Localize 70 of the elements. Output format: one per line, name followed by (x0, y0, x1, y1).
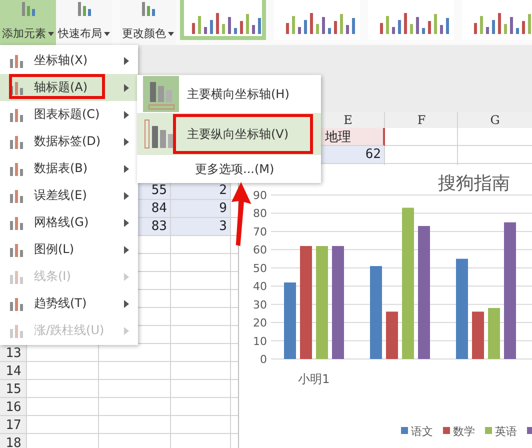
menu-item[interactable]: 图例(L) (0, 236, 138, 263)
row-number: 17 (4, 416, 22, 434)
menu-item[interactable]: 数据标签(D) (0, 128, 138, 155)
axis-tick-label: 70 (253, 225, 267, 238)
submenu-arrow-icon (124, 164, 129, 172)
chart-icon (8, 268, 26, 284)
submenu-arrow-icon (124, 246, 129, 254)
submenu-arrow-icon (124, 138, 129, 146)
chart-icon (8, 296, 26, 312)
legend-swatch (401, 427, 408, 434)
menu-item[interactable]: 主要横向坐标轴(H) (137, 75, 321, 113)
table-cell: 3 (171, 218, 231, 236)
table-cell: 9 (171, 200, 231, 218)
menu-item[interactable]: 图表标题(C) (0, 101, 138, 128)
axis-title-icon (143, 76, 179, 112)
row-number: 16 (4, 398, 22, 416)
menu-item[interactable]: 坐标轴(X) (0, 47, 138, 74)
legend-swatch (485, 427, 492, 434)
column-header: F (416, 112, 427, 128)
chart-icon (8, 134, 26, 150)
row-number: 15 (4, 380, 22, 398)
submenu-arrow-icon (124, 326, 129, 334)
chart-title: 搜狗指南 (438, 173, 510, 194)
axis-tick-label: 40 (253, 280, 267, 294)
submenu-arrow-icon (124, 300, 129, 308)
chart-icon (8, 322, 26, 338)
chart-icon (8, 52, 26, 68)
legend-label: 英语 (495, 425, 517, 438)
chart-icon (8, 160, 26, 176)
chart-icon (8, 106, 26, 122)
caret-icon (48, 32, 54, 36)
row-number: 14 (4, 362, 22, 380)
caret-icon (104, 32, 110, 36)
menu-item[interactable]: 趋势线(T) (0, 290, 138, 317)
submenu-arrow-icon (124, 218, 129, 226)
axis-tick-label: 80 (253, 207, 267, 220)
column-header: E (342, 112, 354, 128)
chart-icon (8, 188, 26, 204)
axis-tick-label: 90 (253, 189, 267, 202)
column-header: G (489, 112, 501, 128)
submenu-arrow-icon (124, 192, 129, 200)
axis-tick-label: 30 (253, 298, 267, 312)
chart-style-thumbnail[interactable] (180, 0, 266, 40)
chart-icon (8, 242, 26, 258)
row-number: 18 (4, 434, 22, 448)
legend-swatch (527, 427, 532, 434)
axis-tick-label: 10 (253, 334, 267, 348)
legend-swatch (443, 427, 450, 434)
bar (472, 312, 484, 359)
pointer-arrow (230, 182, 252, 246)
caret-icon (168, 32, 174, 36)
axis-tick-label: 50 (253, 262, 267, 275)
category-label: 小明1 (298, 372, 330, 386)
legend-label: 数学 (453, 425, 475, 438)
submenu-arrow-icon (124, 56, 129, 64)
bar (386, 312, 398, 359)
legend-label: 语文 (411, 425, 433, 438)
axis-tick-label: 0 (260, 353, 267, 366)
menu-item[interactable]: 主要纵向坐标轴(V) (137, 113, 321, 155)
axis-tick-label: 20 (253, 316, 267, 330)
axis-tick-label: 60 (253, 244, 267, 257)
chart-icon (8, 214, 26, 230)
submenu-arrow-icon (124, 110, 129, 118)
submenu-arrow-icon (124, 84, 129, 92)
table-cell: 2 (171, 182, 231, 200)
ribbon-button[interactable]: 添加元素 (0, 0, 56, 45)
bar (488, 308, 500, 359)
row-number: 13 (4, 344, 22, 362)
submenu-arrow-icon (124, 272, 129, 280)
menu-item[interactable]: 数据表(B) (0, 155, 138, 182)
